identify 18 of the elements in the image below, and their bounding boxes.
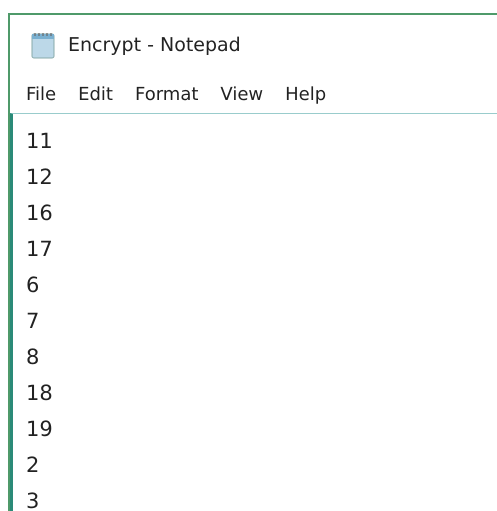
text-line: 12 xyxy=(26,164,53,191)
text-line: 17 xyxy=(26,236,53,263)
window-title: Encrypt - Notepad xyxy=(68,34,241,56)
menu-item[interactable]: Edit xyxy=(69,84,122,104)
text-line: 8 xyxy=(26,344,40,371)
text-line: 11 xyxy=(26,128,53,155)
text-line: 6 xyxy=(26,272,40,299)
text-area[interactable]: 11 12 16 17 6 7 8 18 19 2 3 xyxy=(10,113,497,511)
text-line: 19 xyxy=(26,416,53,443)
text-line: 2 xyxy=(26,452,40,479)
text-line: 3 xyxy=(26,488,40,511)
menu-item[interactable]: Help xyxy=(276,84,336,104)
menu-item[interactable]: Format xyxy=(126,84,208,104)
text-line: 16 xyxy=(26,200,53,227)
text-line: 7 xyxy=(26,308,40,335)
text-line: 18 xyxy=(26,380,53,407)
menu-item[interactable]: File xyxy=(17,84,66,104)
menu-item[interactable]: View xyxy=(211,84,272,104)
